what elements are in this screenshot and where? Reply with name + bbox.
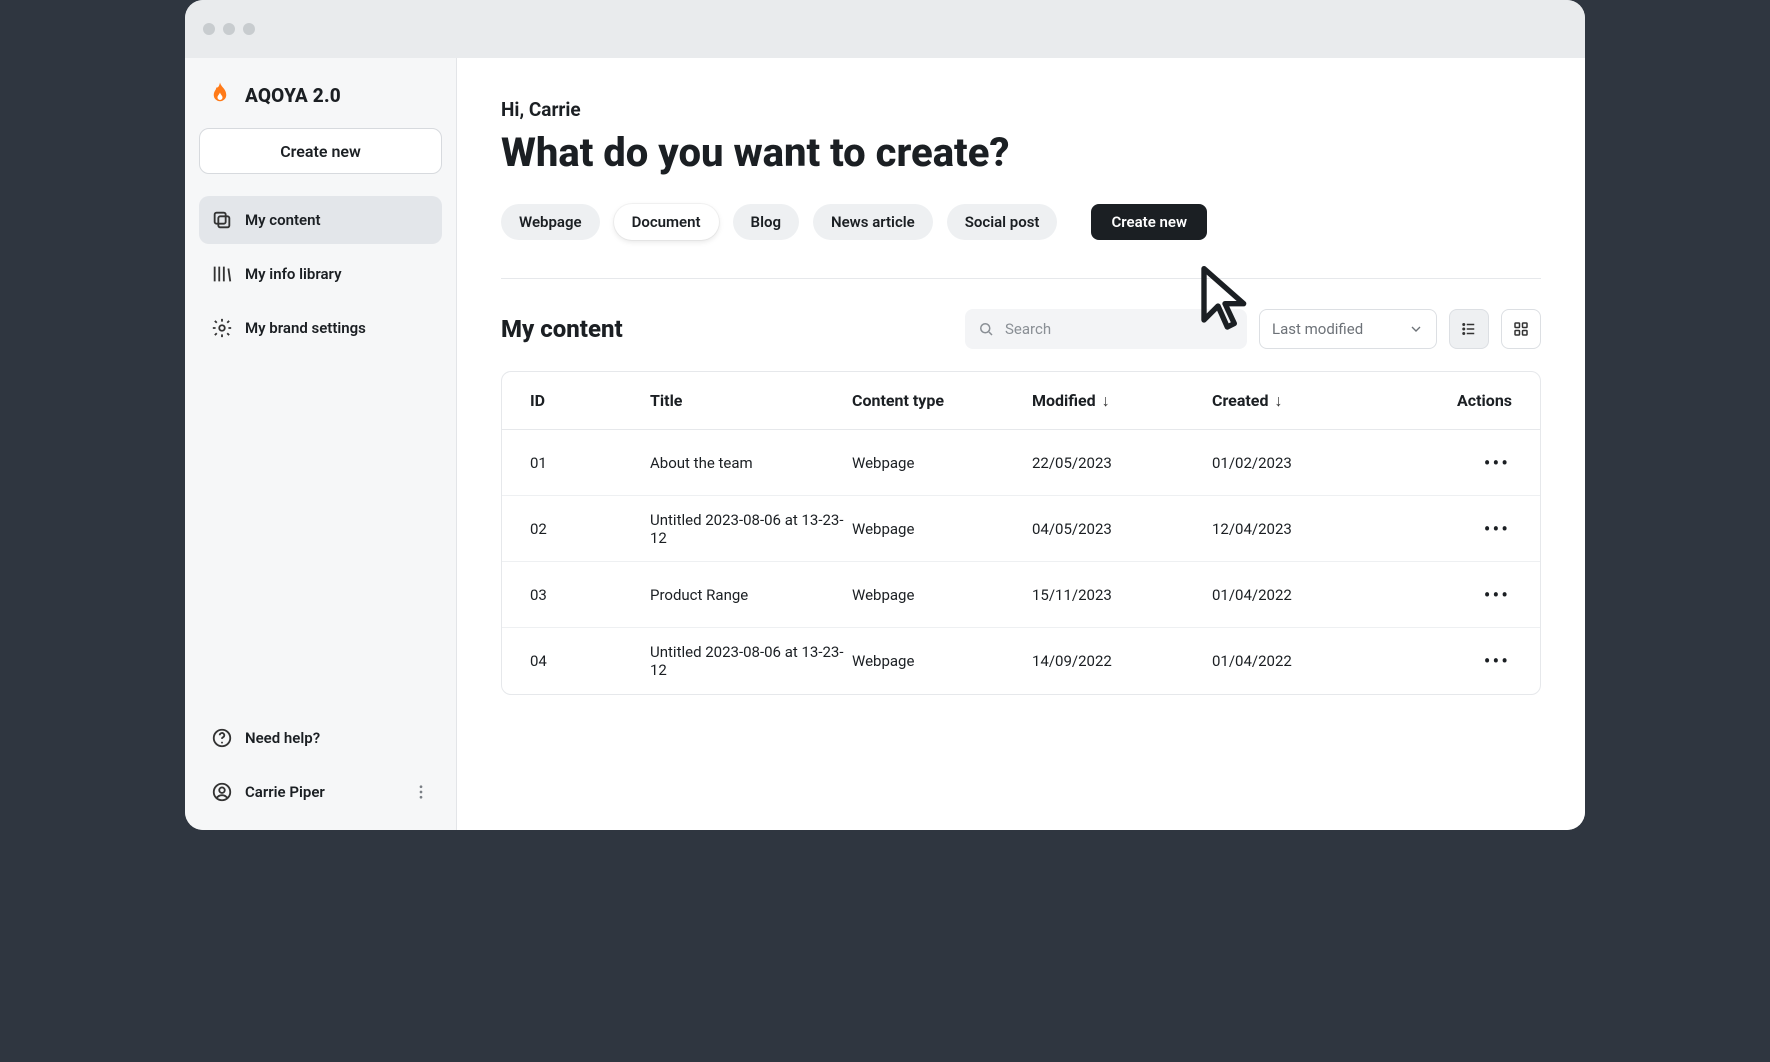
cell-type: Webpage xyxy=(852,520,1032,538)
flame-icon xyxy=(205,80,235,110)
row-actions-button[interactable]: ••• xyxy=(1482,447,1512,479)
cell-created: 12/04/2023 xyxy=(1212,520,1392,538)
help-label: Need help? xyxy=(245,729,320,747)
col-modified[interactable]: Modified↓ xyxy=(1032,391,1212,411)
cell-title: Product Range xyxy=(650,586,852,604)
cell-title: Untitled 2023-08-06 at 13-23-12 xyxy=(650,511,852,547)
chip-news-article[interactable]: News article xyxy=(813,204,933,240)
cell-id: 04 xyxy=(530,652,650,670)
chevron-down-icon xyxy=(1408,321,1424,337)
content-header: My content Last modified xyxy=(501,309,1541,349)
search-input[interactable] xyxy=(1005,320,1235,338)
view-grid-button[interactable] xyxy=(1501,309,1541,349)
row-actions-button[interactable]: ••• xyxy=(1482,513,1512,545)
cell-type: Webpage xyxy=(852,454,1032,472)
cell-type: Webpage xyxy=(852,652,1032,670)
brand-name: AQOYA 2.0 xyxy=(245,84,341,107)
cell-id: 02 xyxy=(530,520,650,538)
help-icon xyxy=(211,727,233,749)
content-table: ID Title Content type Modified↓ Created↓… xyxy=(501,371,1541,695)
table-header: ID Title Content type Modified↓ Created↓… xyxy=(502,372,1540,430)
window-dot xyxy=(223,23,235,35)
user-profile[interactable]: Carrie Piper xyxy=(199,768,442,816)
grid-icon xyxy=(1512,320,1530,338)
chip-blog[interactable]: Blog xyxy=(733,204,799,240)
gear-icon xyxy=(211,317,233,339)
sidebar-item-my-content[interactable]: My content xyxy=(199,196,442,244)
window-dot xyxy=(243,23,255,35)
sidebar-item-label: My content xyxy=(245,211,321,229)
cell-modified: 04/05/2023 xyxy=(1032,520,1212,538)
table-row[interactable]: 02 Untitled 2023-08-06 at 13-23-12 Webpa… xyxy=(502,496,1540,562)
table-row[interactable]: 03 Product Range Webpage 15/11/2023 01/0… xyxy=(502,562,1540,628)
sidebar-footer: Need help? Carrie Piper xyxy=(199,714,442,816)
user-menu-button[interactable] xyxy=(412,783,430,801)
col-title: Title xyxy=(650,391,852,410)
app-window: AQOYA 2.0 Create new My content My info … xyxy=(185,0,1585,830)
user-icon xyxy=(211,781,233,803)
sort-label: Last modified xyxy=(1272,320,1363,338)
sidebar-item-label: My info library xyxy=(245,265,342,283)
sidebar-item-brand-settings[interactable]: My brand settings xyxy=(199,304,442,352)
cell-title: About the team xyxy=(650,454,852,472)
library-icon xyxy=(211,263,233,285)
section-divider xyxy=(501,278,1541,279)
window-dot xyxy=(203,23,215,35)
sidebar-item-info-library[interactable]: My info library xyxy=(199,250,442,298)
cell-modified: 15/11/2023 xyxy=(1032,586,1212,604)
page-headline: What do you want to create? xyxy=(501,129,1541,176)
col-created[interactable]: Created↓ xyxy=(1212,391,1392,411)
list-icon xyxy=(1460,320,1478,338)
sidebar-nav: My content My info library My brand sett… xyxy=(199,196,442,352)
help-link[interactable]: Need help? xyxy=(199,714,442,762)
copy-icon xyxy=(211,209,233,231)
table-row[interactable]: 01 About the team Webpage 22/05/2023 01/… xyxy=(502,430,1540,496)
arrow-down-icon: ↓ xyxy=(1102,391,1110,410)
create-chips-row: Webpage Document Blog News article Socia… xyxy=(501,204,1541,240)
cell-id: 03 xyxy=(530,586,650,604)
brand: AQOYA 2.0 xyxy=(199,76,442,128)
cell-created: 01/04/2022 xyxy=(1212,586,1392,604)
cell-created: 01/02/2023 xyxy=(1212,454,1392,472)
col-id: ID xyxy=(530,391,650,410)
row-actions-button[interactable]: ••• xyxy=(1482,579,1512,611)
search-icon xyxy=(977,320,995,338)
window-titlebar xyxy=(185,0,1585,58)
cell-modified: 14/09/2022 xyxy=(1032,652,1212,670)
row-actions-button[interactable]: ••• xyxy=(1482,645,1512,677)
search-box[interactable] xyxy=(965,309,1247,349)
sort-select[interactable]: Last modified xyxy=(1259,309,1437,349)
sidebar: AQOYA 2.0 Create new My content My info … xyxy=(185,58,457,830)
col-type: Content type xyxy=(852,391,1032,410)
view-list-button[interactable] xyxy=(1449,309,1489,349)
user-name: Carrie Piper xyxy=(245,783,325,801)
cell-type: Webpage xyxy=(852,586,1032,604)
main-panel: Hi, Carrie What do you want to create? W… xyxy=(457,58,1585,830)
cell-title: Untitled 2023-08-06 at 13-23-12 xyxy=(650,643,852,679)
greeting: Hi, Carrie xyxy=(501,98,1541,121)
content-title: My content xyxy=(501,315,623,343)
arrow-down-icon: ↓ xyxy=(1274,391,1282,410)
app-body: AQOYA 2.0 Create new My content My info … xyxy=(185,58,1585,830)
chip-webpage[interactable]: Webpage xyxy=(501,204,600,240)
chip-social-post[interactable]: Social post xyxy=(947,204,1058,240)
cell-created: 01/04/2022 xyxy=(1212,652,1392,670)
cell-modified: 22/05/2023 xyxy=(1032,454,1212,472)
sidebar-create-button[interactable]: Create new xyxy=(199,128,442,174)
create-new-button[interactable]: Create new xyxy=(1091,204,1207,240)
chip-document[interactable]: Document xyxy=(614,204,719,240)
cell-id: 01 xyxy=(530,454,650,472)
col-actions: Actions xyxy=(1392,391,1512,410)
sidebar-item-label: My brand settings xyxy=(245,319,366,337)
table-row[interactable]: 04 Untitled 2023-08-06 at 13-23-12 Webpa… xyxy=(502,628,1540,694)
